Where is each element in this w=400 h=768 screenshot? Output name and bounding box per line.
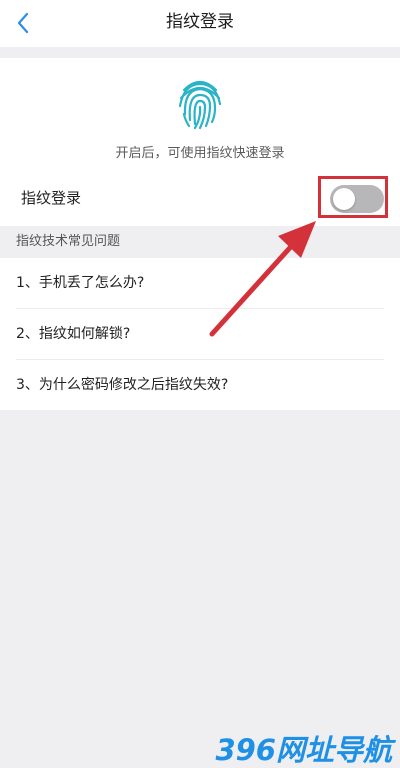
faq-list: 1、手机丢了怎么办? 2、指纹如何解锁? 3、为什么密码修改之后指纹失效? (0, 258, 400, 410)
faq-item-label: 1、手机丢了怎么办? (16, 275, 145, 291)
faq-item[interactable]: 1、手机丢了怎么办? (0, 258, 400, 308)
faq-section-title: 指纹技术常见问题 (16, 234, 121, 249)
toggle-label: 指纹登录 (21, 189, 82, 207)
page-title: 指纹登录 (166, 12, 234, 32)
faq-item[interactable]: 2、指纹如何解锁? (0, 309, 400, 359)
fingerprint-description: 开启后，可使用指纹快速登录 (115, 146, 285, 161)
faq-item[interactable]: 3、为什么密码修改之后指纹失效? (0, 360, 400, 410)
watermark-logo: 396网址导航 (215, 733, 392, 767)
faq-section-header: 指纹技术常见问题 (0, 226, 400, 258)
faq-item-label: 3、为什么密码修改之后指纹失效? (16, 377, 229, 393)
fingerprint-login-screen: 指纹登录 开启后，可使用指纹快速登录 指纹登录 指纹技术常见问题 1、手机丢了怎… (0, 0, 400, 768)
fingerprint-toggle-row: 指纹登录 (0, 170, 400, 226)
fingerprint-login-switch[interactable] (330, 185, 384, 213)
fingerprint-card: 开启后，可使用指纹快速登录 (0, 58, 400, 170)
switch-knob (333, 188, 355, 210)
faq-item-label: 2、指纹如何解锁? (16, 326, 131, 342)
fingerprint-icon (178, 80, 222, 130)
app-header: 指纹登录 (0, 0, 400, 47)
